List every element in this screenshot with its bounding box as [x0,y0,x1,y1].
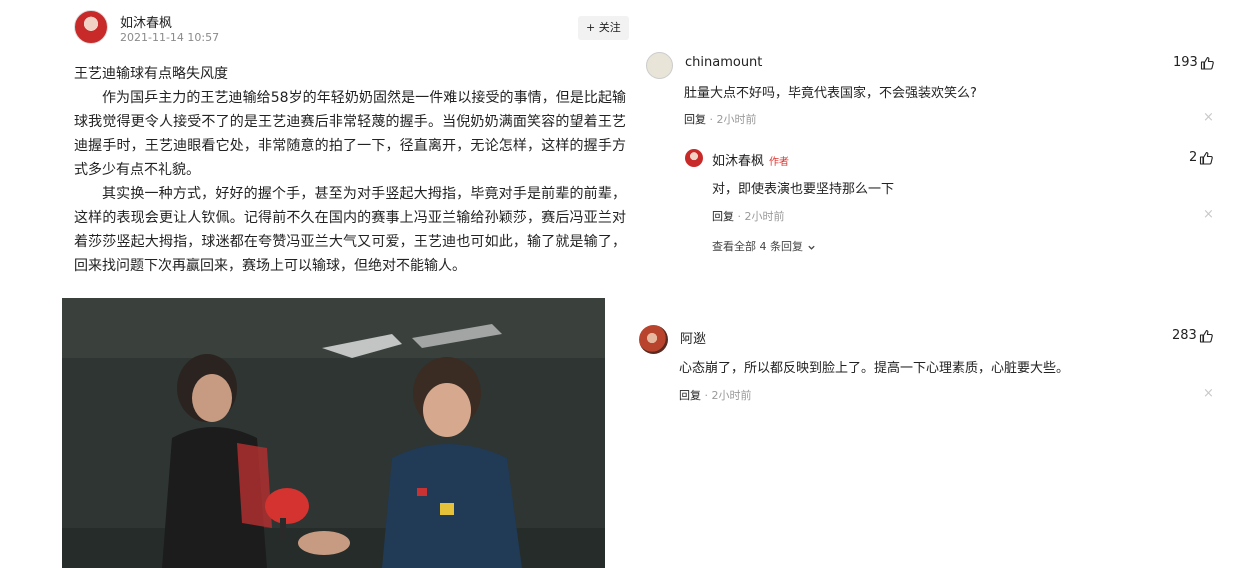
reply-button[interactable]: 回复 [679,389,701,402]
close-icon[interactable]: × [1203,207,1214,222]
author-badge: 作者 [769,157,790,168]
author-avatar[interactable] [74,10,108,44]
reply-button[interactable]: 回复 [684,113,706,126]
like-button[interactable]: 2 [1189,150,1214,165]
replier-name[interactable]: 如沐春枫 作者 [712,150,789,169]
reply-text: 对，即使表演也要坚持那么一下 [712,182,895,197]
thumbs-up-icon [1200,151,1214,165]
article-paragraph: 其实换一种方式，好好的握个手，甚至为对手竖起大拇指，毕竟对手是前辈的前辈，这样的… [74,186,626,274]
comment-text: 肚量大点不好吗，毕竟代表国家，不会强装欢笑么? [684,86,977,101]
reply-item: 如沐春枫 作者 2 对，即使表演也要坚持那么一下 回复 · 2小时前 × [685,149,1216,229]
reply-time: 2小时前 [744,210,785,223]
like-count: 2 [1189,150,1198,165]
comment-meta: 回复 · 2小时前 [679,389,752,402]
follow-button[interactable]: + 关注 [578,16,629,40]
commenter-avatar[interactable] [639,325,668,354]
comment-time: 2小时前 [716,113,757,126]
article-paragraph: 作为国乒主力的王艺迪输给58岁的年轻奶奶固然是一件难以接受的事情，但是比起输球我… [74,90,626,178]
thumbs-up-icon [1200,56,1214,70]
like-button[interactable]: 193 [1173,55,1214,70]
like-count: 193 [1173,55,1198,70]
article-photo[interactable] [62,298,605,568]
comment-time: 2小时前 [711,389,752,402]
comment-item: 阿逖 283 心态崩了，所以都反映到脸上了。提高一下心理素质，心脏要大些。 回复… [639,325,1216,405]
reply-meta: 回复 · 2小时前 [712,210,785,223]
replier-avatar[interactable] [685,149,703,167]
like-button[interactable]: 283 [1172,328,1213,343]
close-icon[interactable]: × [1203,386,1214,401]
commenter-avatar[interactable] [646,52,673,79]
comment-meta: 回复 · 2小时前 [684,113,757,126]
like-count: 283 [1172,328,1197,343]
reply-button[interactable]: 回复 [712,210,734,223]
article-body: 王艺迪输球有点略失风度 作为国乒主力的王艺迪输给58岁的年轻奶奶固然是一件难以接… [74,62,626,278]
close-icon[interactable]: × [1203,110,1214,125]
comment-text: 心态崩了，所以都反映到脸上了。提高一下心理素质，心脏要大些。 [679,361,1070,376]
post-time: 2021-11-14 10:57 [120,31,220,44]
commenter-name[interactable]: 阿逖 [680,328,706,347]
article-title: 王艺迪输球有点略失风度 [74,66,228,82]
author-name[interactable]: 如沐春枫 [120,12,172,31]
thumbs-up-icon [1199,329,1213,343]
photo-illustration [62,298,605,568]
author-header: 如沐春枫 2021-11-14 10:57 + 关注 [74,10,630,46]
view-all-replies-link[interactable]: 查看全部 4 条回复 [712,238,816,254]
chevron-down-icon [807,245,815,250]
comment-item: chinamount 193 肚量大点不好吗，毕竟代表国家，不会强装欢笑么? 回… [646,52,1216,132]
commenter-name[interactable]: chinamount [685,55,762,70]
